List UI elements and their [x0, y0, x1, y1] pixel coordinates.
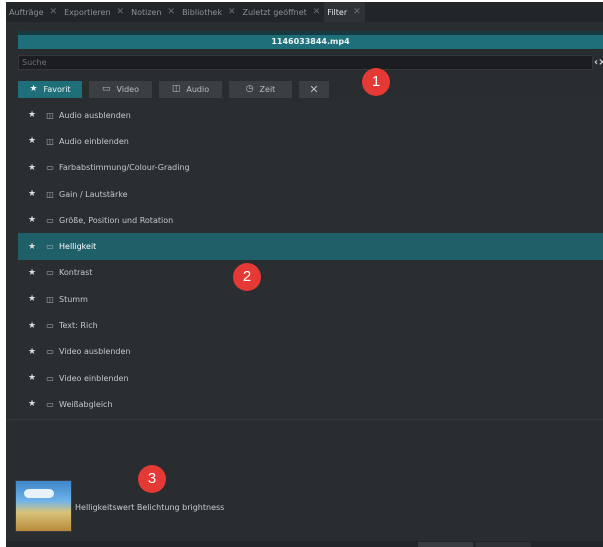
star-icon[interactable]: ★: [21, 163, 43, 173]
star-icon[interactable]: ★: [21, 399, 43, 409]
close-tab-icon[interactable]: ✕: [168, 7, 176, 17]
star-icon[interactable]: ★: [21, 242, 43, 252]
list-item-label: Gain / Lautstärke: [59, 189, 128, 199]
monitor-icon: ▭: [46, 215, 54, 225]
tab-exportieren[interactable]: Exportieren ✕: [61, 2, 128, 22]
list-item-label: Audio ausblenden: [59, 110, 131, 120]
speaker-icon: ◫: [46, 189, 54, 199]
monitor-icon: ▭: [46, 163, 54, 173]
clear-filter-button[interactable]: ✕: [299, 80, 329, 98]
tab-bar: Aufträge ✕ Exportieren ✕ Notizen ✕ Biblioth…: [6, 2, 603, 22]
list-item-label: Weißabgleich: [59, 399, 113, 409]
list-item-label: Helligkeit: [59, 242, 97, 252]
tab-bibliothek[interactable]: Bibliothek ✕: [179, 2, 239, 22]
tab-label: Exportieren: [64, 7, 111, 17]
tab-filter[interactable]: Filter ✕: [324, 2, 365, 22]
timer-icon: ◷: [245, 84, 254, 94]
star-icon[interactable]: ★: [21, 347, 43, 357]
list-item[interactable]: ★ ▭ Video einblenden: [18, 365, 603, 391]
star-icon[interactable]: ★: [21, 189, 43, 199]
list-item[interactable]: ★ ▭ Größe, Position und Rotation: [18, 207, 603, 233]
list-item[interactable]: ★ ◫ Audio einblenden: [18, 128, 603, 154]
star-icon[interactable]: ★: [21, 268, 43, 278]
filter-preview-thumbnail: [15, 480, 72, 532]
list-item-label: Größe, Position und Rotation: [59, 215, 174, 225]
monitor-icon: ▭: [46, 399, 54, 409]
star-icon: ★: [29, 84, 38, 94]
speaker-icon: ◫: [171, 84, 181, 94]
list-item[interactable]: ★ ◫ Gain / Lautstärke: [18, 181, 603, 207]
list-item-label: Kontrast: [59, 268, 93, 278]
monitor-icon: ▭: [102, 84, 111, 94]
close-icon: ✕: [309, 82, 319, 96]
close-tab-icon[interactable]: ✕: [50, 7, 58, 17]
close-tab-icon[interactable]: ✕: [117, 7, 125, 17]
list-item-selected[interactable]: ★ ▭ Helligkeit: [18, 233, 603, 260]
filter-list: ★ ◫ Audio ausblenden ★ ◫ Audio einblenden ★ ▭…: [18, 102, 603, 419]
annotation-marker-1: 1: [362, 68, 390, 96]
tab-auftraege[interactable]: Aufträge ✕: [6, 2, 61, 22]
star-icon[interactable]: ★: [21, 373, 43, 383]
list-item-label: Video ausblenden: [59, 347, 131, 357]
star-icon[interactable]: ★: [21, 110, 43, 120]
tab-label: Bibliothek: [182, 7, 222, 17]
star-icon[interactable]: ★: [21, 136, 43, 146]
star-icon[interactable]: ★: [21, 321, 43, 331]
monitor-icon: ▭: [46, 242, 54, 252]
time-label: Zeit: [259, 84, 276, 94]
filter-description: Helligkeitswert Belichtung brightness: [75, 503, 225, 512]
annotation-marker-3: 3: [138, 465, 166, 493]
list-item[interactable]: ★ ▭ Video ausblenden: [18, 339, 603, 365]
filter-info-panel: [6, 419, 603, 547]
annotation-marker-2: 2: [233, 263, 261, 291]
star-icon[interactable]: ★: [21, 294, 43, 304]
video-label: Video: [116, 84, 139, 94]
list-item[interactable]: ★ ▭ Kontrast: [18, 260, 603, 286]
close-tab-icon[interactable]: ✕: [228, 7, 236, 17]
tab-label: Aufträge: [9, 7, 44, 17]
search-input[interactable]: [19, 56, 592, 69]
list-item[interactable]: ★ ▭ Text: Rich: [18, 312, 603, 338]
favorite-label: Favorit: [43, 84, 71, 94]
video-filter-button[interactable]: ▭ Video: [89, 80, 152, 98]
close-tab-icon[interactable]: ✕: [353, 7, 361, 17]
cloud-shape: [24, 489, 54, 498]
tab-label: Filter: [327, 7, 348, 17]
monitor-icon: ▭: [46, 268, 54, 278]
list-item-label: Text: Rich: [59, 321, 98, 331]
speaker-icon: ◫: [46, 136, 54, 146]
bottom-tab-1[interactable]: [418, 542, 473, 547]
tab-label: Zuletzt geöffnet: [242, 7, 307, 17]
list-item[interactable]: ★ ◫ Stumm: [18, 286, 603, 312]
tab-notizen[interactable]: Notizen ✕: [128, 2, 179, 22]
bottom-tab-2[interactable]: [476, 542, 531, 547]
monitor-icon: ▭: [46, 321, 54, 331]
search-field[interactable]: [18, 55, 593, 70]
list-item-label: Stumm: [59, 294, 88, 304]
list-item[interactable]: ★ ▭ Farbabstimmung/Colour-Grading: [18, 155, 603, 181]
search-clear-icon[interactable]: ‹×: [594, 57, 603, 68]
time-filter-button[interactable]: ◷ Zeit: [229, 80, 292, 98]
star-icon[interactable]: ★: [21, 215, 43, 225]
list-item-label: Video einblenden: [59, 373, 129, 383]
monitor-icon: ▭: [46, 347, 54, 357]
list-item-label: Audio einblenden: [59, 136, 129, 146]
audio-filter-button[interactable]: ◫ Audio: [159, 80, 222, 98]
close-tab-icon[interactable]: ✕: [313, 7, 321, 17]
audio-label: Audio: [186, 84, 210, 94]
speaker-icon: ◫: [46, 110, 54, 120]
clip-title: 1146033844.mp4: [18, 35, 603, 49]
monitor-icon: ▭: [46, 373, 54, 383]
speaker-icon: ◫: [46, 294, 54, 304]
list-item-label: Farbabstimmung/Colour-Grading: [59, 163, 190, 173]
tab-zuletzt-geoeffnet[interactable]: Zuletzt geöffnet ✕: [240, 2, 325, 22]
tab-label: Notizen: [131, 7, 162, 17]
filter-panel: Aufträge ✕ Exportieren ✕ Notizen ✕ Biblioth…: [6, 2, 603, 547]
list-item[interactable]: ★ ◫ Audio ausblenden: [18, 102, 603, 128]
filter-toolbar: ★ Favorit ▭ Video ◫ Audio ◷ Zeit ✕: [18, 79, 336, 99]
favorite-filter-button[interactable]: ★ Favorit: [18, 80, 82, 98]
list-item[interactable]: ★ ▭ Weißabgleich: [18, 391, 603, 417]
